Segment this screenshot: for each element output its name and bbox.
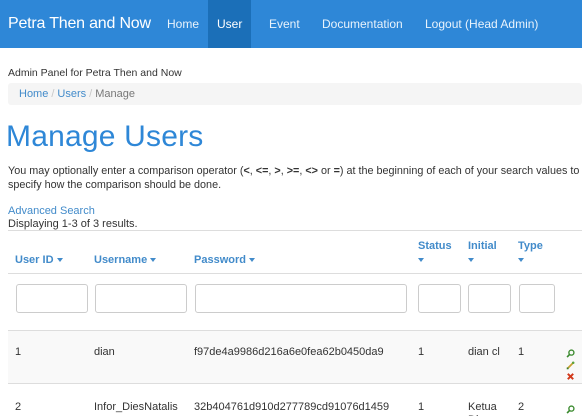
cell-status: 1 [418,346,425,358]
cell-initial: dian cl [468,346,500,358]
table-row: 2 Infor_DiesNatalis 32b404761d910d277789… [8,383,582,416]
help-text: You may optionally enter a comparison op… [8,165,580,191]
nav-user[interactable]: User [208,0,252,48]
filter-row [8,274,582,330]
view-icon[interactable] [566,405,575,414]
cell-user-id: 1 [15,346,22,358]
update-icon[interactable] [566,361,575,370]
cell-initial: Ketua Dies [468,401,497,416]
breadcrumb-home[interactable]: Home [19,88,48,100]
cell-user-id: 2 [15,401,22,413]
filter-password-input[interactable] [195,284,407,313]
nav-documentation[interactable]: Documentation [313,0,412,48]
navbar: Petra Then and Now Home User Event Docum… [0,0,582,48]
cell-username: Infor_DiesNatalis [94,401,178,413]
cell-password: 32b404761d910d277789cd91076d1459 [194,401,390,413]
cell-password: f97de4a9986d216a6e0fea62b0450da9 [194,346,384,358]
panel-title: Admin Panel for Petra Then and Now [8,67,182,79]
sort-caret-icon [248,258,255,263]
nav-event[interactable]: Event [260,0,309,48]
table-header: User ID Username Password Status Initial… [8,230,582,274]
col-username[interactable]: Username [94,253,157,267]
cell-type: 2 [518,401,525,413]
page-title: Manage Users [6,120,204,153]
advanced-search-link[interactable]: Advanced Search [8,205,95,217]
filter-status-input[interactable] [418,284,461,313]
sort-caret-icon [150,258,157,263]
filter-username-input[interactable] [95,284,187,313]
filter-type-input[interactable] [519,284,555,313]
nav-home[interactable]: Home [158,0,208,48]
col-type[interactable]: Type [518,239,543,267]
results-summary: Displaying 1-3 of 3 results. [8,218,138,230]
view-icon[interactable] [566,349,575,358]
sort-caret-icon [418,258,424,263]
col-status[interactable]: Status [418,239,452,267]
filter-user-id-input[interactable] [16,284,88,313]
sort-caret-icon [56,258,63,263]
cell-type: 1 [518,346,525,358]
sort-caret-icon [518,258,524,263]
breadcrumb: Home / Users / Manage [8,83,582,105]
cell-status: 1 [418,401,425,413]
col-user-id[interactable]: User ID [15,253,63,267]
filter-initial-input[interactable] [468,284,511,313]
breadcrumb-separator: / [51,88,55,100]
cell-username: dian [94,346,115,358]
breadcrumb-users[interactable]: Users [57,88,86,100]
brand-link[interactable]: Petra Then and Now [8,15,151,33]
delete-icon[interactable] [566,372,575,381]
breadcrumb-current: Manage [95,88,135,100]
table-row: 1 dian f97de4a9986d216a6e0fea62b0450da9 … [8,330,582,383]
col-password[interactable]: Password [194,253,255,267]
col-initial[interactable]: Initial [468,239,497,267]
breadcrumb-separator: / [89,88,93,100]
nav-logout[interactable]: Logout (Head Admin) [416,0,547,48]
sort-caret-icon [468,258,474,263]
